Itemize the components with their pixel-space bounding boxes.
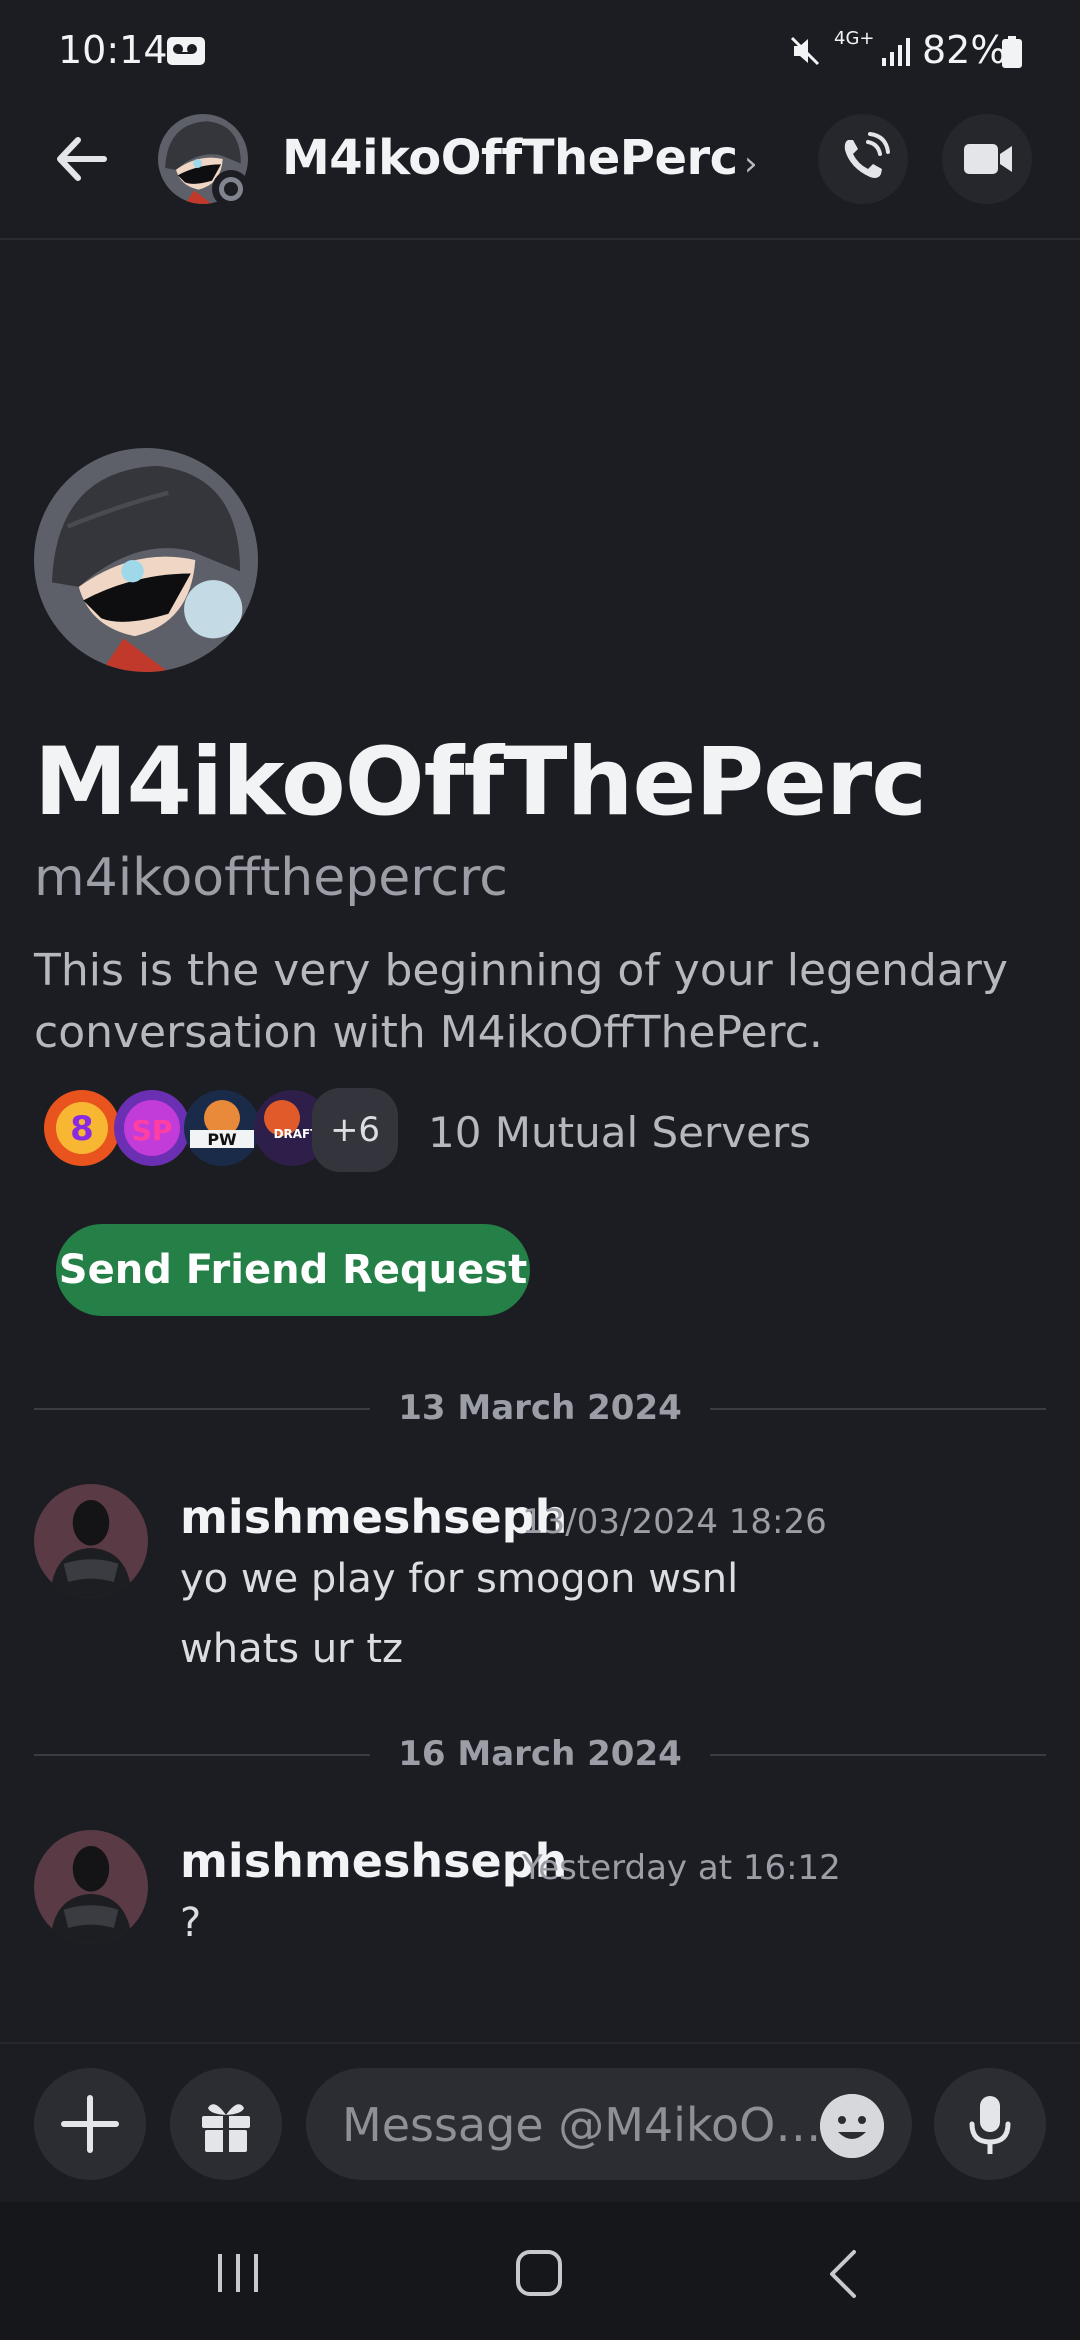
- voice-call-button[interactable]: [818, 114, 908, 204]
- message-avatar[interactable]: [34, 1484, 148, 1598]
- message-author[interactable]: mishmeshseph: [180, 1834, 567, 1888]
- voice-message-button[interactable]: [934, 2068, 1046, 2180]
- video-camera-icon: [964, 144, 1012, 174]
- gift-icon: [202, 2104, 250, 2154]
- video-call-button[interactable]: [942, 114, 1032, 204]
- server-icon: PW: [184, 1090, 260, 1166]
- conversation-intro: This is the very beginning of your legen…: [34, 940, 1034, 1064]
- profile-display-name: M4ikoOffThePerc: [34, 728, 927, 837]
- message-text[interactable]: whats ur tz: [180, 1626, 403, 1672]
- mutual-servers-label[interactable]: 10 Mutual Servers: [428, 1108, 811, 1157]
- message-timestamp: Yesterday at 16:12: [522, 1848, 841, 1888]
- svg-text:8: 8: [70, 1109, 94, 1149]
- message-input-placeholder[interactable]: Message @M4ikoO…: [342, 2098, 821, 2152]
- profile-username: m4ikooffthepercrc: [34, 848, 508, 908]
- phone-call-icon: [844, 132, 890, 178]
- header-username[interactable]: M4ikoOffThePerc: [282, 130, 738, 186]
- message-avatar[interactable]: [34, 1830, 148, 1944]
- gift-button[interactable]: [170, 2068, 282, 2180]
- svg-text:SP: SP: [132, 1114, 173, 1147]
- status-time: 10:14: [58, 28, 168, 72]
- date-divider: 13 March 2024: [34, 1388, 1046, 1428]
- network-type: 4G+: [834, 28, 875, 49]
- more-servers-badge[interactable]: +6: [312, 1088, 398, 1172]
- back-arrow-icon[interactable]: [50, 128, 112, 190]
- microphone-icon: [969, 2096, 1011, 2154]
- message-text[interactable]: ?: [180, 1900, 201, 1946]
- svg-text:PW: PW: [207, 1130, 237, 1149]
- server-icon: SP: [114, 1090, 190, 1166]
- voicemail-icon: [167, 37, 205, 65]
- date-label: 16 March 2024: [380, 1734, 700, 1774]
- mute-icon: [790, 36, 820, 66]
- server-icon: 8: [44, 1090, 120, 1166]
- battery-percent: 82%: [922, 28, 1007, 72]
- attach-button[interactable]: [34, 2068, 146, 2180]
- emoji-icon[interactable]: [820, 2094, 884, 2158]
- nav-back-icon[interactable]: [826, 2248, 860, 2300]
- date-label: 13 March 2024: [380, 1388, 700, 1428]
- message-text[interactable]: yo we play for smogon wsnl: [180, 1556, 738, 1602]
- recent-apps-icon[interactable]: [214, 2250, 262, 2296]
- message-timestamp: 13/03/2024 18:26: [522, 1502, 827, 1542]
- offline-status-icon: [219, 177, 243, 201]
- intro-line: conversation with M4ikoOffThePerc.: [34, 1007, 823, 1058]
- chevron-right-icon[interactable]: ›: [744, 144, 758, 184]
- signal-icon: [882, 38, 910, 66]
- intro-line: This is the very beginning of your legen…: [34, 945, 1008, 996]
- battery-icon: [1002, 36, 1022, 68]
- send-friend-request-button[interactable]: Send Friend Request: [56, 1224, 530, 1316]
- date-divider: 16 March 2024: [34, 1734, 1046, 1774]
- message-author[interactable]: mishmeshseph: [180, 1490, 567, 1544]
- plus-icon: [61, 2095, 119, 2153]
- home-icon[interactable]: [514, 2248, 564, 2298]
- profile-avatar[interactable]: [34, 448, 258, 672]
